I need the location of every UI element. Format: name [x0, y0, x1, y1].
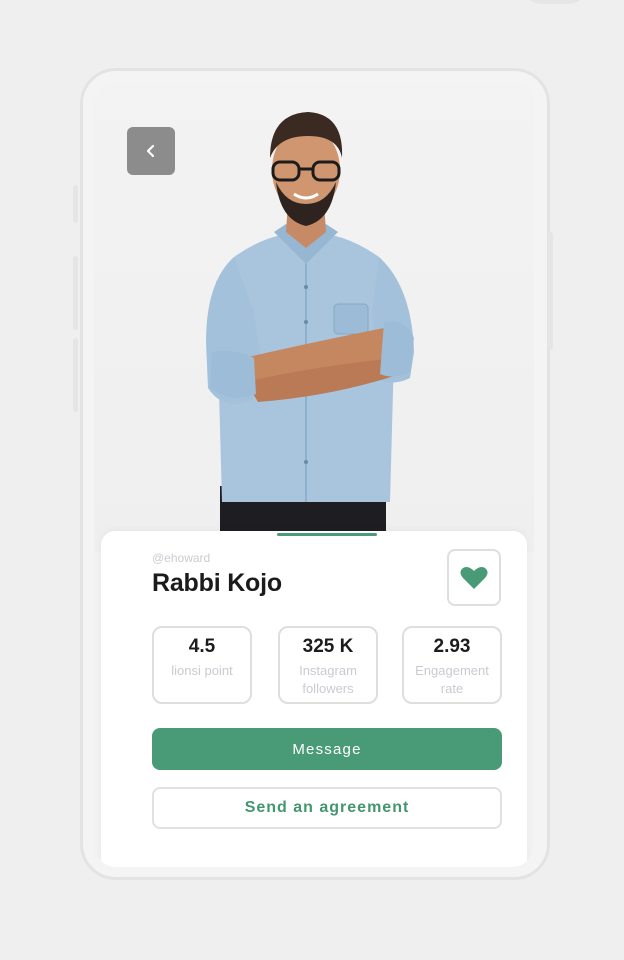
card-active-indicator: [277, 533, 377, 536]
stat-instagram-followers: 325 K Instagram followers: [278, 626, 378, 704]
send-agreement-button[interactable]: Send an agreement: [152, 787, 502, 829]
stat-engagement-rate: 2.93 Engagement rate: [402, 626, 502, 704]
profile-photo: [94, 82, 534, 552]
stat-label-line2: followers: [302, 681, 354, 696]
stat-value: 2.93: [433, 636, 471, 657]
phone-screen: @ehoward Rabbi Kojo 4.5 lionsi point 325…: [94, 82, 534, 867]
stat-lionsi-point: 4.5 lionsi point: [152, 626, 252, 704]
stat-label: lionsi point: [171, 663, 233, 678]
chevron-left-icon: [146, 144, 155, 158]
back-button[interactable]: [127, 127, 175, 175]
stat-value: 4.5: [188, 636, 216, 657]
profile-card: @ehoward Rabbi Kojo 4.5 lionsi point 325…: [101, 531, 527, 867]
stat-label: Instagram: [299, 663, 357, 678]
stat-label: Engagement: [415, 663, 489, 678]
stat-value: 325 K: [302, 636, 354, 657]
phone-power-button: [548, 232, 553, 350]
phone-side-button: [73, 185, 78, 223]
profile-name: Rabbi Kojo: [152, 569, 282, 597]
phone-side-button: [73, 256, 78, 330]
top-corner-decoration: [520, 0, 590, 4]
stat-label-line2: rate: [440, 681, 464, 696]
phone-side-button: [73, 338, 78, 412]
message-button[interactable]: Message: [152, 728, 502, 770]
profile-handle: @ehoward: [152, 551, 211, 565]
heart-icon: [460, 566, 488, 589]
favorite-button[interactable]: [447, 549, 501, 606]
